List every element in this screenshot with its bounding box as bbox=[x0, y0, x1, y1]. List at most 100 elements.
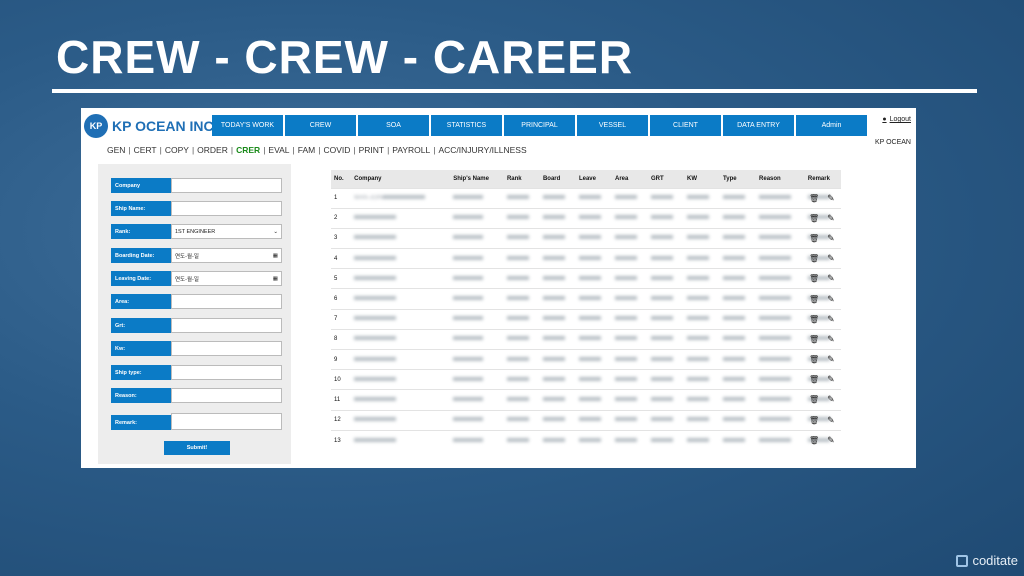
redacted-placeholder bbox=[651, 195, 673, 200]
table-cell bbox=[539, 187, 576, 209]
table-cell bbox=[684, 288, 721, 310]
edit-icon[interactable]: ✎ bbox=[827, 294, 835, 305]
edit-icon[interactable]: ✎ bbox=[827, 394, 835, 405]
trash-icon[interactable]: 🗑 bbox=[809, 254, 819, 263]
edit-icon[interactable]: ✎ bbox=[827, 415, 835, 426]
subnav-acc-injury-illness[interactable]: ACC/INJURY/ILLNESS bbox=[438, 145, 526, 155]
column-header[interactable]: GRT bbox=[648, 170, 685, 188]
table-row[interactable]: 9 bbox=[331, 348, 841, 370]
subnav-covid[interactable]: COVID bbox=[323, 145, 350, 155]
edit-icon[interactable]: ✎ bbox=[827, 233, 835, 244]
area-input[interactable] bbox=[171, 294, 282, 309]
column-header[interactable]: Reason bbox=[756, 170, 805, 188]
redacted-placeholder bbox=[453, 255, 484, 260]
column-header[interactable]: Leave bbox=[575, 170, 612, 188]
nav-statistics[interactable]: STATISTICS bbox=[431, 115, 502, 136]
edit-icon[interactable]: ✎ bbox=[827, 253, 835, 264]
column-header[interactable]: Company bbox=[351, 170, 451, 188]
table-row[interactable]: 1 MAN-JOIN bbox=[331, 187, 841, 209]
leaving-date-input[interactable]: 연도-월-일 ▦ bbox=[171, 271, 282, 286]
subnav-copy[interactable]: COPY bbox=[165, 145, 189, 155]
edit-icon[interactable]: ✎ bbox=[827, 273, 835, 284]
form-row-leaving-date: Leaving Date: 연도-월-일 ▦ bbox=[111, 271, 282, 286]
trash-icon[interactable]: 🗑 bbox=[809, 295, 819, 304]
column-header[interactable]: Remark bbox=[804, 170, 841, 188]
submit-button[interactable]: Submit! bbox=[164, 441, 230, 455]
nav-admin[interactable]: Admin bbox=[796, 115, 867, 136]
trash-icon[interactable]: 🗑 bbox=[809, 416, 819, 425]
trash-icon[interactable]: 🗑 bbox=[809, 315, 819, 324]
column-header[interactable]: Rank bbox=[503, 170, 540, 188]
table-row[interactable]: 10 bbox=[331, 369, 841, 390]
subnav-fam[interactable]: FAM bbox=[298, 145, 315, 155]
table-row[interactable]: 2 bbox=[331, 207, 841, 229]
logout-link[interactable]: ● Logout bbox=[882, 116, 911, 123]
table-row[interactable]: 4 bbox=[331, 248, 841, 269]
nav-todays-work[interactable]: TODAY'S WORK bbox=[212, 115, 283, 136]
subnav-cert[interactable]: CERT bbox=[134, 145, 157, 155]
subnav-separator: | bbox=[433, 145, 436, 155]
edit-icon[interactable]: ✎ bbox=[827, 435, 835, 446]
table-row[interactable]: 6 bbox=[331, 288, 841, 310]
trash-icon[interactable]: 🗑 bbox=[809, 395, 819, 404]
subnav-print[interactable]: PRINT bbox=[359, 145, 385, 155]
rank-select[interactable]: 1ST ENGINEER ⌄ bbox=[171, 224, 282, 239]
subnav-eval[interactable]: EVAL bbox=[268, 145, 289, 155]
trash-icon[interactable]: 🗑 bbox=[809, 274, 819, 283]
nav-vessel[interactable]: VESSEL bbox=[577, 115, 648, 136]
calendar-icon: ▦ bbox=[272, 275, 278, 282]
edit-icon[interactable]: ✎ bbox=[827, 334, 835, 345]
grt-input[interactable] bbox=[171, 318, 282, 333]
nav-soa[interactable]: SOA bbox=[358, 115, 429, 136]
row-action-pair: 🗑 ✎ bbox=[809, 430, 835, 450]
edit-icon[interactable]: ✎ bbox=[827, 193, 835, 204]
subnav-crer[interactable]: CRER bbox=[236, 145, 260, 155]
nav-data-entry[interactable]: DATA ENTRY bbox=[723, 115, 794, 136]
table-row[interactable]: 8 bbox=[331, 328, 841, 350]
column-header[interactable]: Type bbox=[720, 170, 757, 188]
redacted-placeholder bbox=[542, 195, 565, 200]
table-row[interactable]: 11 bbox=[331, 389, 841, 411]
column-header[interactable]: KW bbox=[684, 170, 721, 188]
boarding-date-input[interactable]: 연도-월-일 ▦ bbox=[171, 248, 282, 263]
column-header[interactable]: No. bbox=[331, 170, 352, 188]
table-row[interactable]: 12 bbox=[331, 409, 841, 431]
trash-icon[interactable]: 🗑 bbox=[809, 194, 819, 203]
trash-icon[interactable]: 🗑 bbox=[809, 214, 819, 223]
edit-icon[interactable]: ✎ bbox=[827, 374, 835, 385]
edit-icon[interactable]: ✎ bbox=[827, 213, 835, 224]
nav-client[interactable]: CLIENT bbox=[650, 115, 721, 136]
table-row[interactable]: 3 bbox=[331, 227, 841, 249]
table-row[interactable]: 7 bbox=[331, 308, 841, 330]
subnav-payroll[interactable]: PAYROLL bbox=[392, 145, 430, 155]
ship-type-input[interactable] bbox=[171, 365, 282, 380]
table-row[interactable]: 5 bbox=[331, 268, 841, 289]
trash-icon[interactable]: 🗑 bbox=[809, 335, 819, 344]
kw-input[interactable] bbox=[171, 341, 282, 356]
ship-name-input[interactable] bbox=[171, 201, 282, 216]
reason-input[interactable] bbox=[171, 388, 282, 403]
trash-icon[interactable]: 🗑 bbox=[809, 375, 819, 384]
redacted-placeholder bbox=[723, 396, 746, 401]
trash-icon[interactable]: 🗑 bbox=[809, 355, 819, 364]
company-logo[interactable]: KP KP OCEAN INC bbox=[84, 114, 214, 138]
table-cell bbox=[720, 308, 757, 330]
trash-icon[interactable]: 🗑 bbox=[809, 234, 819, 243]
column-header[interactable]: Board bbox=[539, 170, 576, 188]
nav-principal[interactable]: PRINCIPAL bbox=[504, 115, 575, 136]
nav-crew[interactable]: CREW bbox=[285, 115, 356, 136]
subnav-order[interactable]: ORDER bbox=[197, 145, 228, 155]
brand-label: coditate bbox=[972, 553, 1018, 568]
edit-icon[interactable]: ✎ bbox=[827, 354, 835, 365]
subnav-gen[interactable]: GEN bbox=[107, 145, 125, 155]
redacted-placeholder bbox=[651, 296, 673, 301]
trash-icon[interactable]: 🗑 bbox=[809, 436, 819, 445]
table-cell: 11 bbox=[331, 389, 352, 411]
column-header[interactable]: Ship's Name bbox=[450, 170, 504, 188]
table-row[interactable]: 13 bbox=[331, 429, 841, 451]
remark-textarea[interactable] bbox=[171, 413, 282, 430]
edit-icon[interactable]: ✎ bbox=[827, 314, 835, 325]
table-cell bbox=[611, 389, 648, 411]
company-input[interactable] bbox=[171, 178, 282, 193]
column-header[interactable]: Area bbox=[611, 170, 648, 188]
